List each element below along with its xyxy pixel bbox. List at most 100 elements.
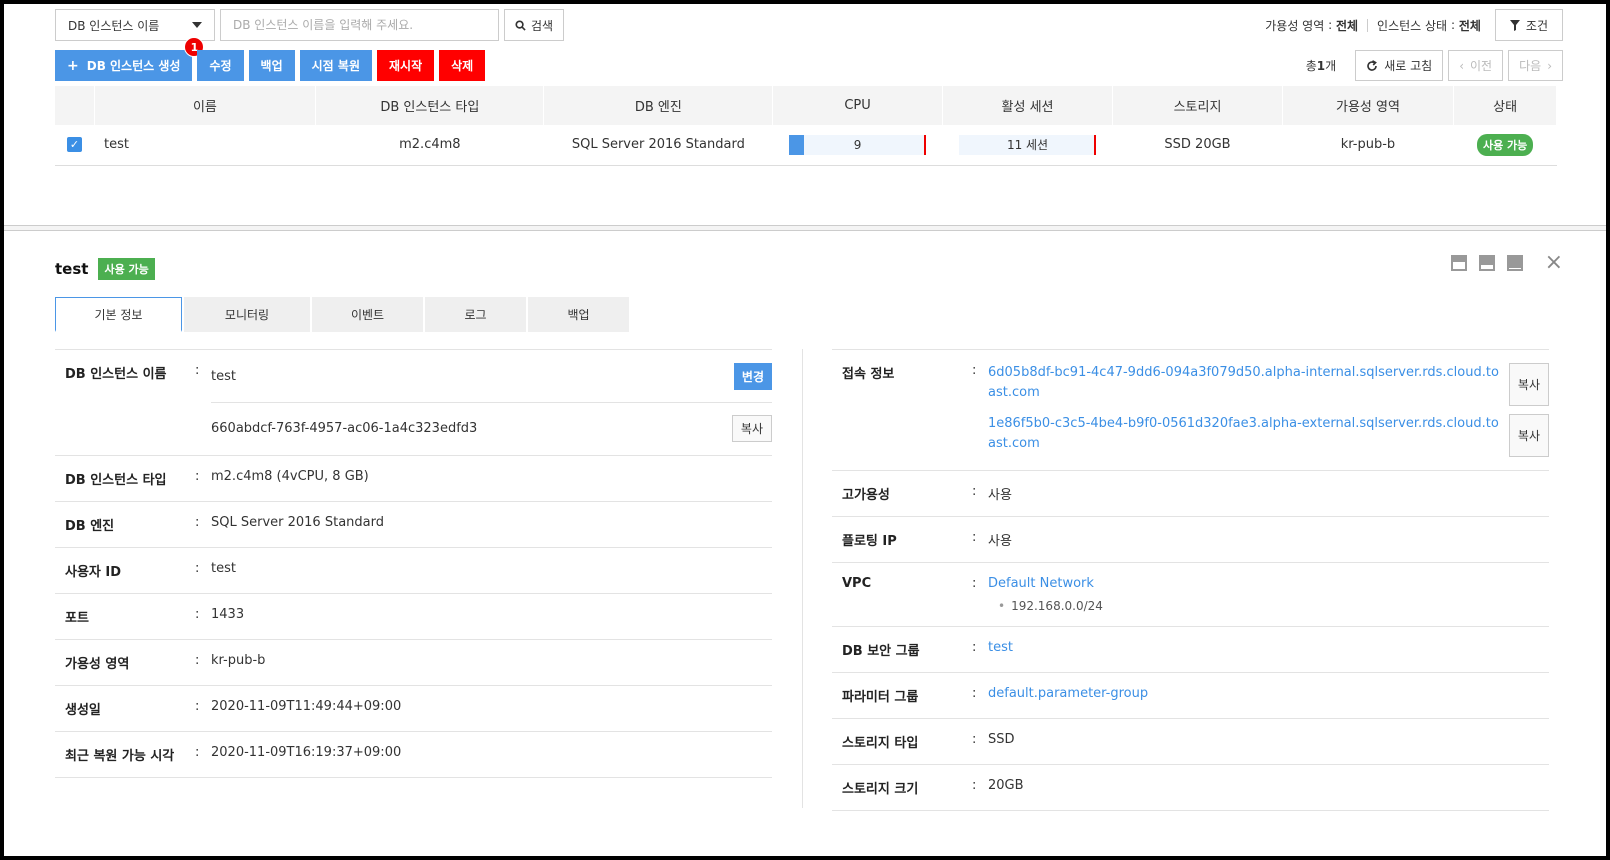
panel-medium-icon[interactable] [1478,255,1495,271]
filter-divider [1367,18,1369,32]
restore-time-value: 2020-11-09T16:19:37+09:00 [211,745,402,760]
backup-button[interactable]: 백업 [248,50,295,81]
action-toolbar: + DB 인스턴스 생성 1 수정 백업 시점 복원 재시작 삭제 총1개 새로… [55,37,1563,81]
panel-large-icon[interactable] [1506,255,1523,271]
panel-resize-divider[interactable] [4,225,1606,231]
floating-ip-label: 플로팅 IP [842,534,897,549]
tab-logs[interactable]: 로그 [425,297,526,332]
header-engine[interactable]: DB 엔진 [543,86,774,125]
list-controls: 총1개 새로 고침 ‹ 이전 다음 › [1306,50,1563,81]
floating-ip-value: 사용 [988,534,1012,549]
field-colon: : [972,640,977,655]
cpu-usage-bar: 9 [789,134,927,155]
instance-name-value-group: test 변경 660abdcf-763f-4957-ac06-1a4c323e… [211,363,772,442]
panel-column-divider [802,349,803,808]
parameter-group-link[interactable]: default.parameter-group [988,686,1549,701]
copy-internal-button[interactable]: 복사 [1508,363,1549,406]
panel-small-icon[interactable] [1450,255,1467,271]
change-name-button[interactable]: 변경 [733,363,772,390]
info-row-floating-ip: 플로팅 IP : 사용 [832,517,1549,563]
header-sessions[interactable]: 활성 세션 [942,86,1114,125]
header-zone[interactable]: 가용성 영역 [1282,86,1455,125]
delete-button[interactable]: 삭제 [439,50,486,81]
vpc-label: VPC [842,576,872,591]
search-button[interactable]: 검색 [504,9,565,41]
refresh-icon [1367,59,1378,71]
type-label: DB 인스턴스 타입 [65,473,167,488]
row-type: m2.c4m8 [315,125,544,166]
row-zone: kr-pub-b [1282,125,1454,166]
zone-filter-label: 가용성 영역 [1265,18,1325,33]
info-row-user: 사용자 ID : test [55,548,772,594]
header-status[interactable]: 상태 [1453,86,1557,125]
row-sessions-cell: 11 세션 [942,125,1113,166]
ha-value: 사용 [988,488,1012,503]
header-storage[interactable]: 스토리지 [1112,86,1283,125]
security-group-link[interactable]: test [988,640,1549,655]
connection-label: 접속 정보 [842,367,895,382]
sessions-value: 11 세션 [1006,138,1049,153]
tab-monitoring[interactable]: 모니터링 [184,297,310,332]
info-row-restore-time: 최근 복원 가능 시각 : 2020-11-09T16:19:37+09:00 [55,732,772,778]
row-engine: SQL Server 2016 Standard [543,125,773,166]
field-colon: : [195,363,200,378]
prev-page-button[interactable]: ‹ 이전 [1448,50,1504,81]
status-filter-value: 전체 [1458,18,1481,33]
field-colon: : [195,561,200,576]
zone-label: 가용성 영역 [65,657,130,672]
close-icon[interactable]: × [1545,252,1563,274]
restore-time-label: 최근 복원 가능 시각 [65,749,175,764]
external-endpoint[interactable]: 1e86f5b0-c3c5-4be4-b9f0-0561d320fae3.alp… [988,414,1499,454]
detail-instance-name: test [55,260,89,278]
caret-down-icon [192,22,202,28]
header-name[interactable]: 이름 [94,86,317,125]
next-page-button[interactable]: 다음 › [1508,50,1563,81]
info-row-port: 포트 : 1433 [55,594,772,640]
info-row-instance-name: DB 인스턴스 이름 : test 변경 660abdcf-763f-4957-… [55,350,772,456]
storage-size-value: 20GB [988,778,1024,793]
info-row-created: 생성일 : 2020-11-09T11:49:44+09:00 [55,686,772,732]
table-row[interactable]: ✓ test m2.c4m8 SQL Server 2016 Standard … [55,125,1557,166]
basic-info-right: 접속 정보 : 6d05b8df-bc91-4c47-9dd6-094a3f07… [832,349,1549,811]
field-colon: : [972,778,977,793]
filter-icon [1509,19,1520,31]
tab-events[interactable]: 이벤트 [312,297,423,332]
row-cpu-cell: 9 [772,125,943,166]
cpu-usage-fill [789,134,805,155]
checkbox-checked-icon[interactable]: ✓ [67,137,82,153]
copy-id-button[interactable]: 복사 [731,415,772,442]
tab-basic-info[interactable]: 기본 정보 [55,297,182,332]
header-type[interactable]: DB 인스턴스 타입 [315,86,545,125]
vpc-link[interactable]: Default Network [988,576,1094,591]
vpc-cidr: 192.168.0.0/24 [988,599,1549,613]
point-in-time-restore-button[interactable]: 시점 복원 [299,50,372,81]
internal-endpoint[interactable]: 6d05b8df-bc91-4c47-9dd6-094a3f079d50.alp… [988,363,1499,403]
tab-backup[interactable]: 백업 [528,297,629,332]
restart-button[interactable]: 재시작 [376,50,435,81]
info-row-ha: 고가용성 : 사용 [832,471,1549,517]
edit-button[interactable]: 수정 [197,50,244,81]
connection-values: 6d05b8df-bc91-4c47-9dd6-094a3f079d50.alp… [988,363,1549,457]
security-group-label: DB 보안 그룹 [842,644,920,659]
search-input[interactable] [220,9,499,41]
header-cpu[interactable]: CPU [772,86,943,125]
zone-filter-colon: : [1328,18,1333,32]
field-colon: : [195,607,200,622]
row-select-cell[interactable]: ✓ [55,125,95,166]
search-field-select[interactable]: DB 인스턴스 이름 [55,9,215,41]
engine-label: DB 엔진 [65,519,115,534]
refresh-button[interactable]: 새로 고침 [1355,50,1444,81]
info-row-engine: DB 엔진 : SQL Server 2016 Standard [55,502,772,548]
field-colon: : [972,484,977,499]
row-storage: SSD 20GB [1112,125,1283,166]
row-name: test [94,125,316,166]
ha-label: 고가용성 [842,488,890,503]
condition-button[interactable]: 조건 [1494,9,1563,41]
cpu-value: 9 [853,137,862,152]
detail-status-badge: 사용 가능 [98,258,155,280]
copy-external-button[interactable]: 복사 [1508,414,1549,457]
refresh-label: 새로 고침 [1384,59,1433,73]
create-instance-button[interactable]: + DB 인스턴스 생성 1 [55,37,205,81]
search-field-select-label: DB 인스턴스 이름 [68,18,160,33]
sessions-bar: 11 세션 [959,134,1097,155]
